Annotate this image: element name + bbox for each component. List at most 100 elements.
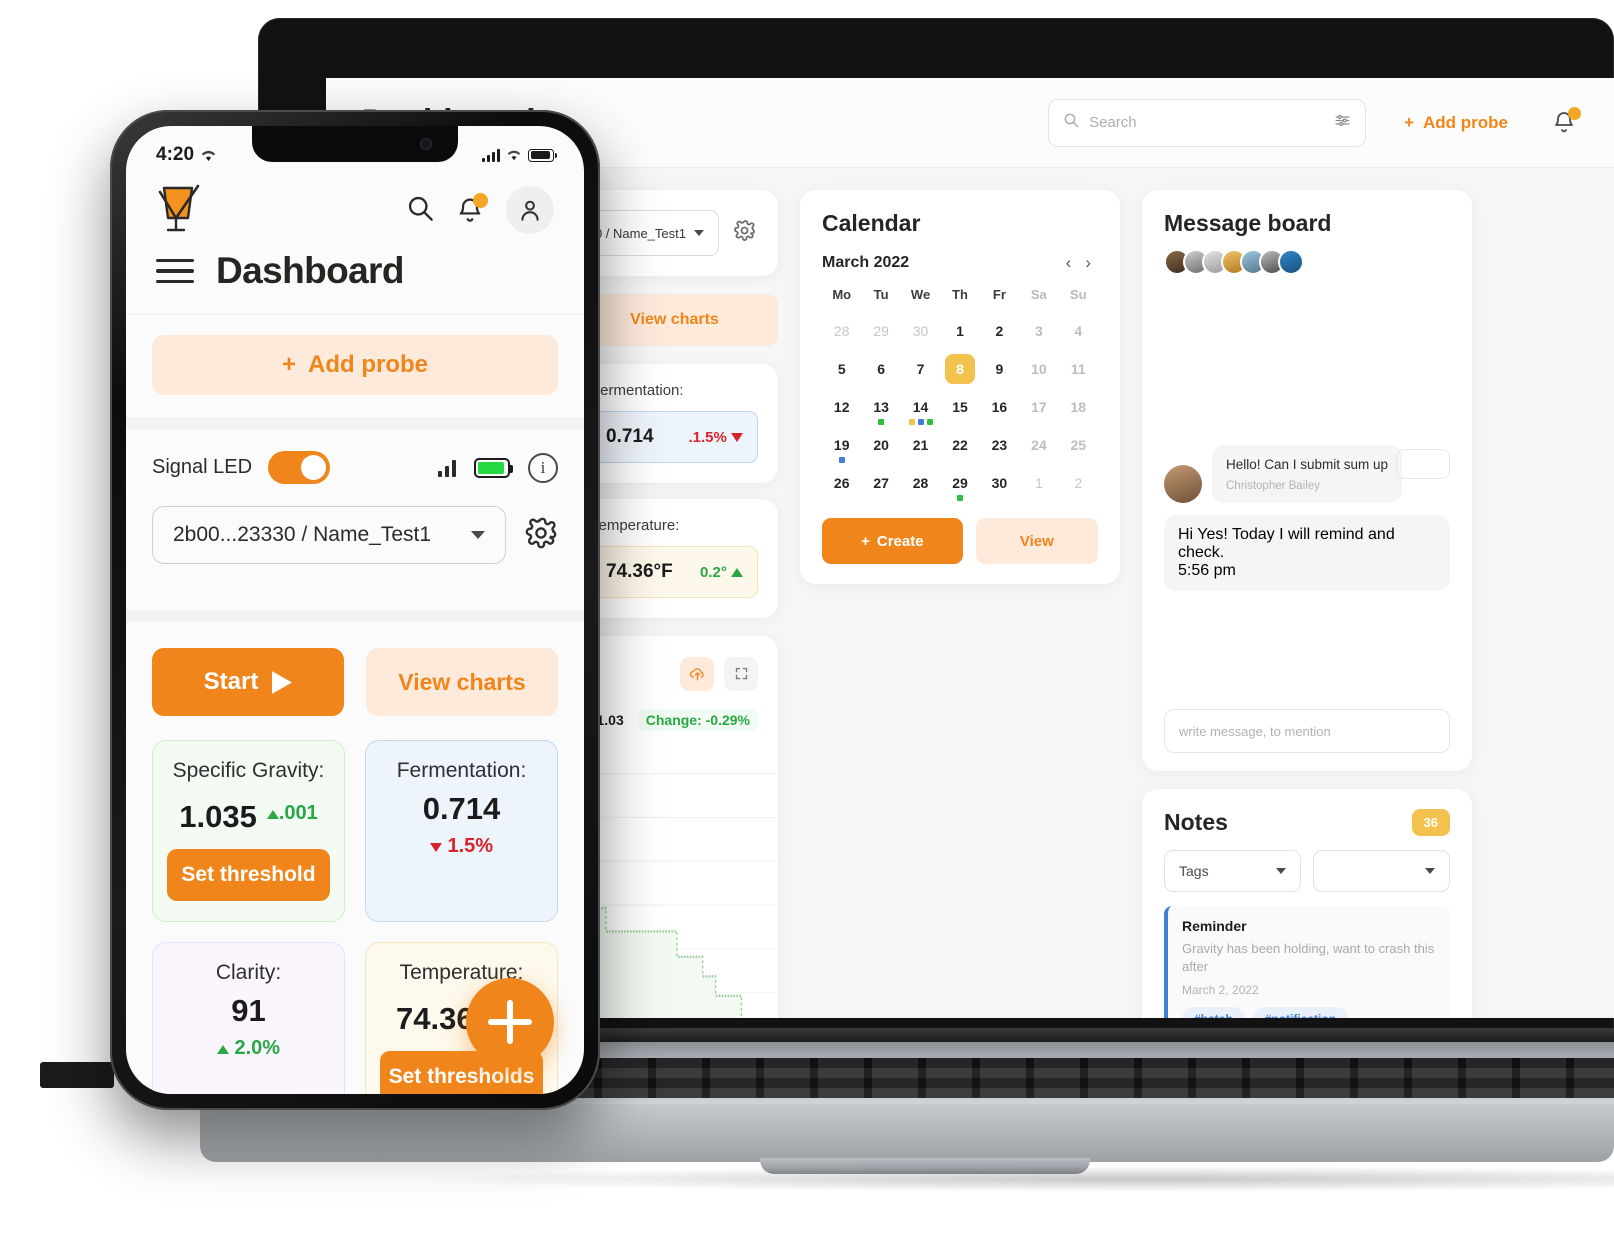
- calendar-day[interactable]: 30: [901, 314, 940, 348]
- message-text: Hi Yes! Today I will remind and check.: [1178, 526, 1395, 562]
- calendar-day[interactable]: 12: [822, 390, 861, 424]
- event-dot: [926, 419, 933, 425]
- view-charts-label: View charts: [630, 311, 719, 328]
- view-charts-label: View charts: [398, 668, 526, 695]
- calendar-day[interactable]: 22: [940, 428, 979, 462]
- calendar-day[interactable]: 20: [861, 428, 900, 462]
- calendar-day[interactable]: 19: [822, 428, 861, 463]
- laptop-palmrest: [200, 1104, 1614, 1162]
- wifi-icon: [201, 150, 216, 161]
- add-probe-button[interactable]: + Add probe: [152, 335, 558, 395]
- calendar-day-number: 15: [952, 399, 968, 415]
- calendar-day[interactable]: 21: [901, 428, 940, 462]
- sliders-icon[interactable]: [1334, 112, 1351, 134]
- metric-value: 91: [231, 993, 266, 1028]
- probe-select[interactable]: 2b00...23330 / Name_Test1: [152, 506, 506, 564]
- last-reading-value: 1.03: [596, 712, 624, 728]
- metric-value: 0.714: [606, 426, 654, 447]
- calendar-create-button[interactable]: + Create: [822, 518, 963, 564]
- phone-top-actions: [406, 186, 554, 234]
- calendar-day[interactable]: 7: [901, 352, 940, 386]
- calendar-prev-button[interactable]: ‹: [1059, 253, 1079, 273]
- calendar-day[interactable]: 30: [980, 466, 1019, 500]
- note-tag[interactable]: #notification: [1252, 1007, 1349, 1018]
- view-charts-button[interactable]: View charts: [366, 648, 558, 716]
- view-charts-button[interactable]: View charts: [571, 294, 778, 346]
- calendar-day-number: 3: [1034, 323, 1043, 339]
- calendar-day[interactable]: 14: [901, 390, 940, 425]
- phone-device: 4:20 Dashboard + Add probe Signal LED i …: [110, 110, 600, 1110]
- chevron-down-icon: [1425, 868, 1435, 874]
- metric-card-fermentation: Fermentation: 0.714 .1.5%: [571, 364, 778, 483]
- profile-button[interactable]: [506, 186, 554, 234]
- notes-tags-select[interactable]: Tags: [1164, 850, 1301, 892]
- calendar-day[interactable]: 13: [861, 390, 900, 425]
- calendar-day[interactable]: 6: [861, 352, 900, 386]
- calendar-next-button[interactable]: ›: [1078, 253, 1098, 273]
- probe-select-row: 2b00...23330 / Name_Test1: [152, 506, 558, 564]
- calendar-day[interactable]: 26: [822, 466, 861, 500]
- metric-label: Fermentation:: [396, 759, 527, 782]
- set-threshold-button[interactable]: Set threshold: [167, 849, 330, 901]
- chevron-down-icon: [1276, 868, 1286, 874]
- calendar-day[interactable]: 1: [1019, 466, 1058, 500]
- calendar-day[interactable]: 28: [901, 466, 940, 500]
- notifications-button[interactable]: [1552, 106, 1581, 137]
- cloud-upload-icon[interactable]: [680, 656, 714, 691]
- calendar-view-button[interactable]: View: [975, 518, 1098, 564]
- metric-delta: 0.2°: [700, 564, 743, 581]
- metric-card-fermentation: Fermentation: 0.714 1.5%: [365, 740, 558, 922]
- gear-icon[interactable]: [733, 219, 756, 247]
- calendar-day[interactable]: 10: [1019, 352, 1058, 386]
- search-input[interactable]: Search: [1048, 98, 1367, 147]
- note-item[interactable]: Reminder Gravity has been holding, want …: [1164, 906, 1450, 1018]
- note-tag[interactable]: #batch: [1182, 1007, 1245, 1018]
- calendar-day[interactable]: 15: [940, 390, 979, 424]
- info-icon[interactable]: i: [528, 452, 558, 483]
- calendar-day[interactable]: 27: [861, 466, 900, 500]
- start-button[interactable]: Start: [152, 648, 344, 716]
- calendar-day[interactable]: 25: [1059, 428, 1098, 462]
- calendar-day-number: 29: [873, 323, 889, 339]
- calendar-day[interactable]: 5: [822, 352, 861, 386]
- calendar-dow: Th: [952, 287, 968, 302]
- phone-screen: 4:20 Dashboard + Add probe Signal LED i …: [126, 126, 584, 1094]
- expand-icon[interactable]: [724, 656, 758, 691]
- calendar-day[interactable]: 3: [1019, 314, 1058, 348]
- note-title: Reminder: [1182, 918, 1247, 934]
- calendar-day[interactable]: 17: [1019, 390, 1058, 424]
- beer-glass-logo: [158, 184, 200, 232]
- signal-led-toggle[interactable]: [268, 451, 331, 484]
- calendar-day[interactable]: 8: [940, 352, 979, 386]
- message-filter-button[interactable]: [1396, 449, 1450, 479]
- calendar-dow: Mo: [832, 287, 852, 302]
- calendar-day[interactable]: 18: [1059, 390, 1098, 424]
- calendar-day[interactable]: 9: [980, 352, 1019, 386]
- gear-icon[interactable]: [524, 516, 558, 555]
- message-input[interactable]: write message, to mention: [1164, 709, 1450, 753]
- avatar[interactable]: [1278, 249, 1304, 275]
- calendar-day-number: 24: [1031, 437, 1047, 453]
- notifications-button[interactable]: [456, 193, 488, 225]
- calendar-day[interactable]: 2: [1059, 466, 1098, 500]
- calendar-day[interactable]: 2: [980, 314, 1019, 348]
- play-icon: [272, 670, 293, 694]
- calendar-day-event-dots: [878, 419, 885, 425]
- right-column: Message board Hello! Can I submit sum up…: [1142, 190, 1472, 1018]
- calendar-day[interactable]: 11: [1059, 352, 1098, 386]
- calendar-day[interactable]: 23: [980, 428, 1019, 462]
- calendar-day[interactable]: 29: [861, 314, 900, 348]
- calendar-day[interactable]: 4: [1059, 314, 1098, 348]
- add-fab-button[interactable]: [466, 978, 554, 1066]
- add-probe-button[interactable]: + Add probe: [1404, 113, 1508, 133]
- calendar-day[interactable]: 16: [980, 390, 1019, 424]
- search-icon[interactable]: [406, 194, 434, 227]
- hamburger-icon[interactable]: [156, 252, 194, 291]
- calendar-day[interactable]: 29: [940, 466, 979, 501]
- notes-secondary-select[interactable]: [1313, 850, 1450, 892]
- arrow-down-icon: [731, 432, 743, 442]
- calendar-day[interactable]: 24: [1019, 428, 1058, 462]
- calendar-day[interactable]: 1: [940, 314, 979, 348]
- calendar-card: Calendar March 2022 ‹ › Mo Tu We Th Fr S…: [800, 190, 1120, 584]
- calendar-day[interactable]: 28: [822, 314, 861, 348]
